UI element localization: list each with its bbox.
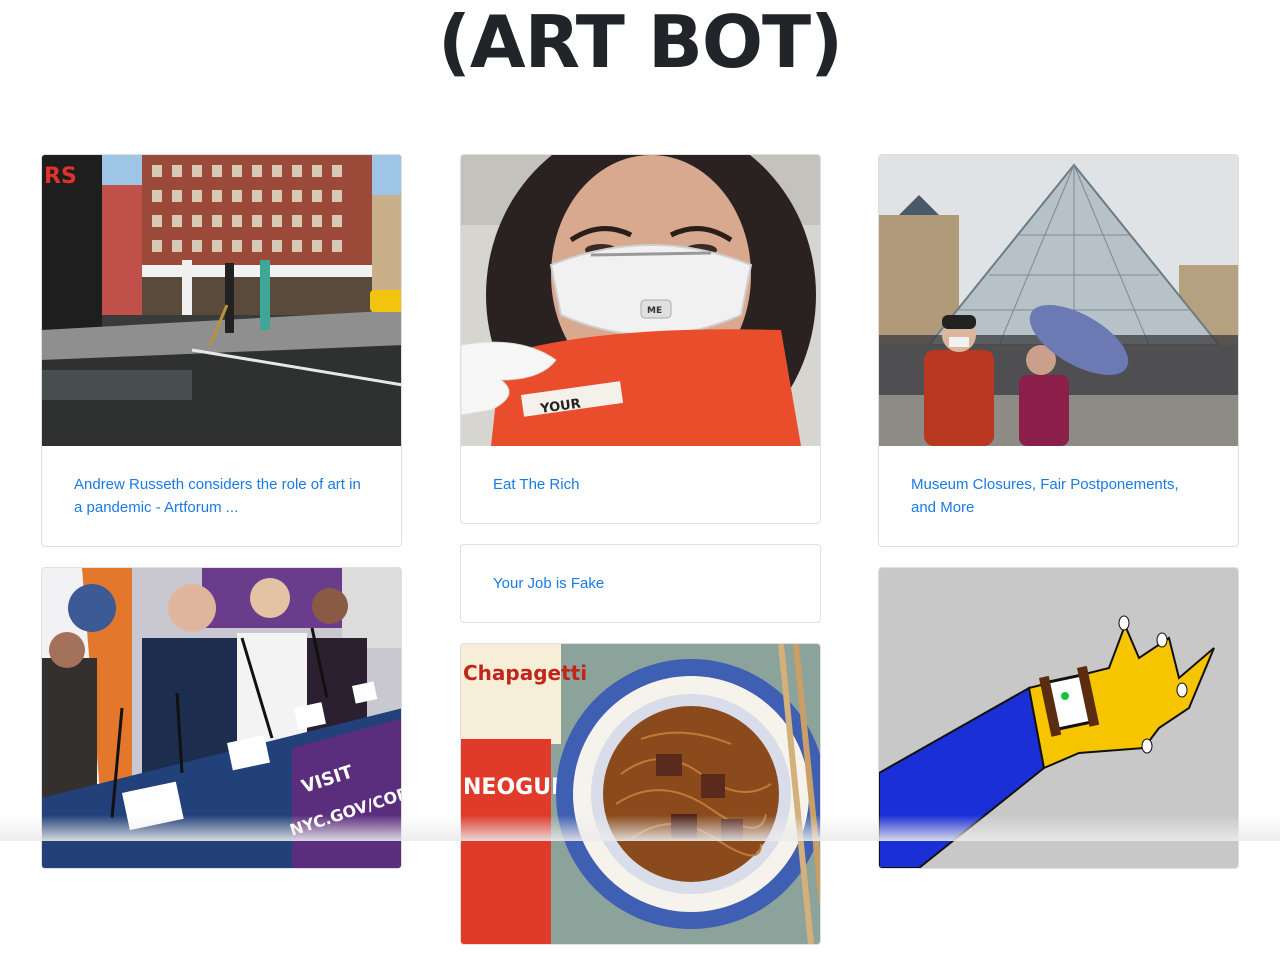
svg-text:ME: ME: [647, 306, 662, 316]
column-middle: ME YOUR Eat The Rich Your Job is Fake Ch…: [460, 154, 821, 965]
column-right: Museum Closures, Fair Postponements, and…: [878, 154, 1239, 889]
svg-text:RS: RS: [44, 164, 77, 189]
article-link[interactable]: Your Job is Fake: [493, 575, 604, 592]
street-cleaning-photo[interactable]: RS: [42, 155, 401, 446]
article-link[interactable]: Museum Closures, Fair Postponements, and…: [911, 476, 1179, 516]
page-title: (ART BOT): [0, 0, 1280, 84]
press-conference-photo[interactable]: VISIT NYC.GOV/CORONAVIRUS: [42, 568, 401, 868]
svg-text:Chapagetti: Chapagetti: [463, 661, 587, 685]
article-link[interactable]: Andrew Russeth considers the role of art…: [74, 476, 361, 516]
article-card[interactable]: [878, 567, 1239, 869]
article-link[interactable]: Eat The Rich: [493, 476, 579, 493]
cartoon-arm-drawing[interactable]: [879, 568, 1238, 868]
noodles-plate-photo[interactable]: Chapagetti NEOGURI: [461, 644, 820, 944]
article-card[interactable]: VISIT NYC.GOV/CORONAVIRUS: [41, 567, 402, 869]
article-card[interactable]: Museum Closures, Fair Postponements, and…: [878, 154, 1239, 547]
article-card[interactable]: Chapagetti NEOGURI: [460, 643, 821, 945]
article-card[interactable]: ME YOUR Eat The Rich: [460, 154, 821, 524]
masked-selfie-photo[interactable]: ME YOUR: [461, 155, 820, 446]
article-card[interactable]: Your Job is Fake: [460, 544, 821, 623]
column-left: RS Andrew Russeth considers the role of …: [41, 154, 402, 889]
louvre-pyramid-photo[interactable]: [879, 155, 1238, 446]
article-card[interactable]: RS Andrew Russeth considers the role of …: [41, 154, 402, 547]
